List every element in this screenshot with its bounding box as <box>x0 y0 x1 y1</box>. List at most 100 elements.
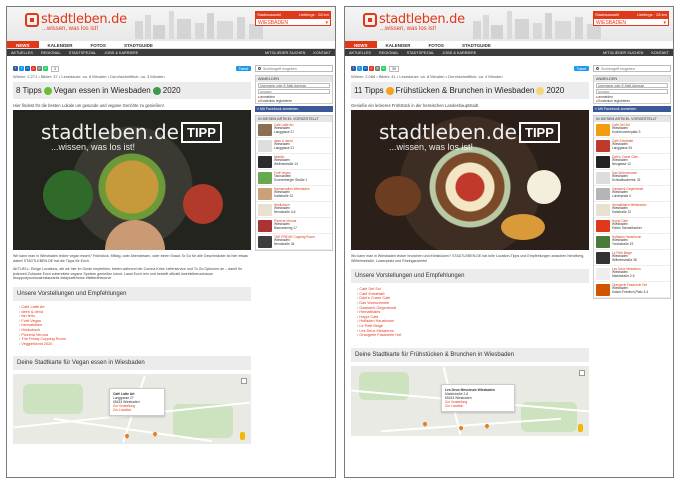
whatsapp-icon[interactable]: w <box>43 66 48 71</box>
venue-street: Kochbrunnenplatz 3 <box>612 129 641 134</box>
subnav-kontakt[interactable]: KONTAKT <box>647 51 673 55</box>
venue-street: Langgasse 27 <box>274 129 295 134</box>
subnav-aktuelles[interactable]: AKTUELLES <box>7 51 37 55</box>
nav-news[interactable]: NEWS <box>7 41 39 48</box>
venue-item[interactable]: Orangerie Fasanerie Hof Wiesbaden Kaiser-F… <box>594 282 670 298</box>
nav-fotos[interactable]: FOTOS <box>82 41 115 48</box>
login-heading: ANMELDEN <box>256 76 332 82</box>
facebook-login-button[interactable]: » Mit Facebook anmelden <box>593 106 671 112</box>
venue-item[interactable]: Dale's Crane Cafe Wiesbaden Neugasse 12 <box>594 154 670 170</box>
article-lead: Genieße ein leckeres Frühstück in der he… <box>351 103 479 108</box>
venue-item[interactable]: THE FRIDAY Cupping Room Wiesbaden Nerostra… <box>256 234 332 250</box>
venue-item[interactable]: dean & david Wiesbaden Langgasse 21 <box>256 138 332 154</box>
logo-tagline: ...wissen, was los ist! <box>380 26 437 32</box>
sausage-shape <box>375 176 421 216</box>
linkedin-icon[interactable]: in <box>363 66 368 71</box>
popup-link-location[interactable]: Zur Location <box>445 404 511 408</box>
subnav-regional[interactable]: REGIONAL <box>375 51 403 55</box>
tweet-button[interactable]: Tweet <box>235 66 251 71</box>
tweet-button[interactable]: Tweet <box>573 66 589 71</box>
venue-item[interactable]: Café Del Sol Wiesbaden Kochbrunnenplatz 3 <box>594 122 670 138</box>
venue-thumbnail <box>258 203 272 216</box>
search-input[interactable]: Suchbegriff eingeben <box>593 65 671 72</box>
linkedin-icon[interactable]: in <box>25 66 30 71</box>
map-pin[interactable] <box>152 431 158 438</box>
city-select[interactable]: WIESBADEN ▾ <box>593 18 669 26</box>
mail-icon[interactable]: @ <box>37 66 42 71</box>
pinterest-icon[interactable]: p <box>369 66 374 71</box>
subnav-regional[interactable]: REGIONAL <box>37 51 65 55</box>
article-body-2: AKTUELL: Einige Locations, die wir hier … <box>13 267 243 281</box>
city-select[interactable]: WIESBADEN ▾ <box>255 18 331 26</box>
sub-nav: AKTUELLES REGIONAL STADTSPEZIAL JOBS & K… <box>7 49 335 56</box>
venue-item[interactable]: Hoppi Cafe Wiesbaden Kleine Schwalbacher <box>594 218 670 234</box>
venue-item[interactable]: Café Extrablatt Wiesbaden Langgasse 34 <box>594 138 670 154</box>
venue-thumbnail <box>596 235 610 248</box>
nav-kalender[interactable]: KALENDER <box>39 41 82 48</box>
whatsapp-icon[interactable]: w <box>381 66 386 71</box>
venue-street: Neugasse 12 <box>612 161 631 166</box>
venue-item[interactable]: Gastwerk Gegenfundt Wiesbaden Luisenplatz … <box>594 186 670 202</box>
register-link[interactable]: Kostenlos registrieren <box>256 99 332 103</box>
venue-item[interactable]: Hemaltitales Wiesbaden Wiesbaden Karlstraß… <box>594 202 670 218</box>
logo-icon[interactable] <box>25 13 39 27</box>
fullscreen-icon[interactable] <box>241 378 247 385</box>
password-field[interactable]: •••••••••• <box>596 89 668 94</box>
nav-kalender[interactable]: KALENDER <box>377 41 420 48</box>
popup-link-location[interactable]: Zur Location <box>113 408 161 412</box>
venue-item[interactable]: Café Latte Art Wiesbaden Langgasse 27 <box>256 122 332 138</box>
nav-news[interactable]: NEWS <box>345 41 377 48</box>
city-selector[interactable]: Stadtauswahl Lieblings · 28 km WIESBADEN ▾ <box>255 11 331 26</box>
nav-stadtguide[interactable]: STADTGUIDE <box>115 41 162 48</box>
venue-item[interactable]: Heidiubsch Wiesbaden Nerostraße 4-6 <box>256 202 332 218</box>
mail-icon[interactable]: @ <box>375 66 380 71</box>
subnav-aktuelles[interactable]: AKTUELLES <box>345 51 375 55</box>
subnav-kontakt[interactable]: KONTAKT <box>309 51 335 55</box>
login-box: ANMELDEN Username oder E-Mail-Adresse ••… <box>593 75 671 104</box>
nav-fotos[interactable]: FOTOS <box>420 41 453 48</box>
twitter-icon[interactable]: t <box>357 66 362 71</box>
hero-wordmark: stadtleben.de <box>379 120 517 144</box>
twitter-icon[interactable]: t <box>19 66 24 71</box>
venue-item[interactable]: Pizzeria Verona Wiesbaden Bismarckring 17 <box>256 218 332 234</box>
venue-item[interactable]: Le Petit Beige Wiesbaden Wilhelmstraße 36 <box>594 250 670 266</box>
subnav-mitglieder[interactable]: MITGLIEDER SUCHEN <box>261 51 309 55</box>
register-link[interactable]: Kostenlos registrieren <box>594 99 670 103</box>
street-view-icon[interactable] <box>578 423 583 432</box>
venue-thumbnail <box>596 155 610 168</box>
city-map[interactable]: Café Latte Art Langgasse 27 65183 Wiesba… <box>13 374 251 445</box>
pinterest-icon[interactable]: p <box>31 66 36 71</box>
map-pin[interactable] <box>422 420 428 427</box>
map-popup: Café Latte Art Langgasse 27 65183 Wiesba… <box>109 388 165 417</box>
facebook-icon[interactable]: f <box>351 66 356 71</box>
subnav-jobs[interactable]: JOBS & KARRIERE <box>438 51 480 55</box>
subnav-stadtspezial[interactable]: STADTSPEZIAL <box>403 51 439 55</box>
username-field[interactable]: Username oder E-Mail-Adresse <box>258 83 330 88</box>
site-logo[interactable]: stadtleben.de ...wissen, was los ist! <box>41 13 127 33</box>
search-input[interactable]: Suchbegriff eingeben <box>255 65 333 72</box>
password-field[interactable]: •••••••••• <box>258 89 330 94</box>
city-selector[interactable]: Stadtauswahl Lieblings · 28 km WIESBADEN ▾ <box>593 11 669 26</box>
facebook-icon[interactable]: f <box>13 66 18 71</box>
title-text: Vegan essen in Wiesbaden <box>53 86 151 95</box>
nav-stadtguide[interactable]: STADTGUIDE <box>453 41 500 48</box>
venue-item[interactable]: Hamannallen Wiesbaden Wiesbaden Karlstraße… <box>256 186 332 202</box>
subnav-mitglieder[interactable]: MITGLIEDER SUCHEN <box>599 51 647 55</box>
subnav-jobs[interactable]: JOBS & KARRIERE <box>100 51 142 55</box>
venue-item[interactable]: fantello Wiesbaden Wellritzstraße 14 <box>256 154 332 170</box>
list-item[interactable]: VeggieWorld 2020 <box>19 342 245 347</box>
street-view-icon[interactable] <box>240 432 245 441</box>
venue-item[interactable]: Les Deux Messieurs Wiesbaden Marktstraße 2… <box>594 266 670 282</box>
subnav-stadtspezial[interactable]: STADTSPEZIAL <box>65 51 101 55</box>
city-map[interactable]: Les Deux Messieurs Wiesbaden Marktstraße… <box>351 365 589 436</box>
username-field[interactable]: Username oder E-Mail-Adresse <box>596 83 668 88</box>
fullscreen-icon[interactable] <box>579 369 585 376</box>
site-logo[interactable]: stadtleben.de ...wissen, was los ist! <box>379 13 465 33</box>
logo-icon[interactable] <box>363 13 377 27</box>
venue-item[interactable]: Hofladen Hausbrunn Wiesbaden Yorckstraße 1… <box>594 234 670 250</box>
venue-item[interactable]: Das Wohnzimmer Wiesbaden Schwalbacherstr. … <box>594 170 670 186</box>
venue-item[interactable]: Fortt Vegan Taunusstein Sonnenberger Straß… <box>256 170 332 186</box>
facebook-login-button[interactable]: » Mit Facebook anmelden <box>255 106 333 112</box>
list-item[interactable]: Orangerie Fasanerie Hof <box>357 333 583 338</box>
chevron-down-icon: ▾ <box>663 20 666 26</box>
